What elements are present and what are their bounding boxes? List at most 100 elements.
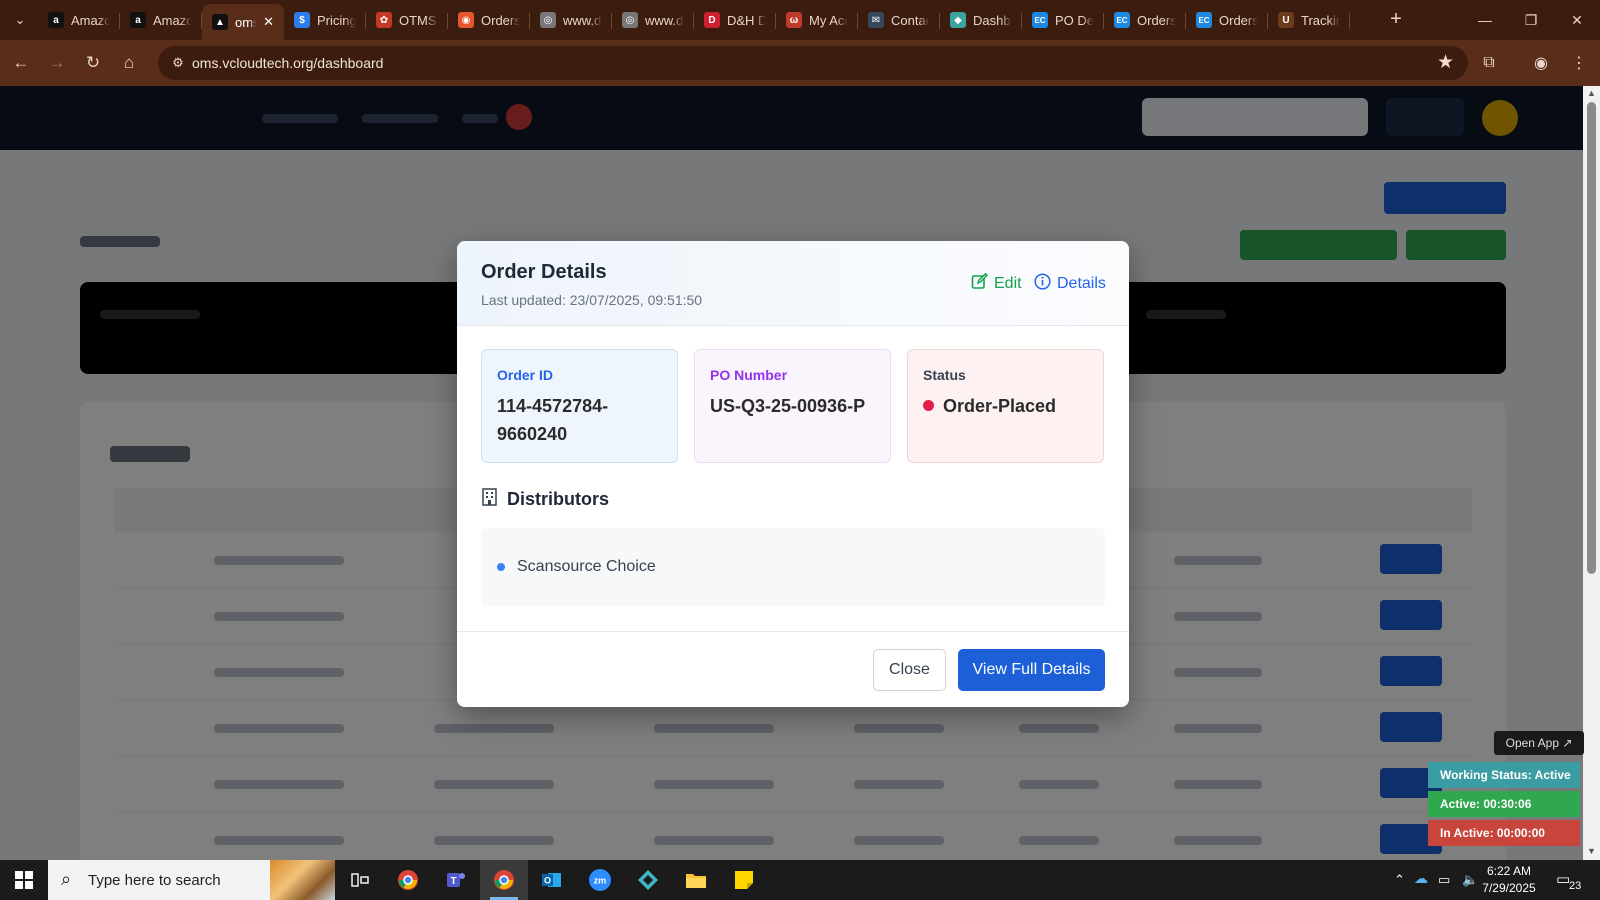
tab-title: Orders: [481, 12, 520, 28]
browser-tab[interactable]: ◉ Orders: [448, 4, 530, 36]
svg-text:T: T: [450, 876, 456, 887]
close-button[interactable]: Close: [873, 649, 946, 691]
taskbar-search[interactable]: ⌕ Type here to search: [48, 860, 335, 900]
page-scrollbar[interactable]: ▲ ▼: [1583, 86, 1600, 860]
dollar-icon: $: [294, 12, 310, 28]
browser-tab[interactable]: ✉ Contac: [858, 4, 940, 36]
bookmark-star-icon[interactable]: ★: [1437, 51, 1454, 74]
restore-icon[interactable]: ❐: [1508, 0, 1554, 40]
tab-title: Orders: [1219, 12, 1258, 28]
modal-title: Order Details: [481, 261, 607, 283]
browser-tab-strip: ⌄ aAmazonaAmazon▲oms✕$Pricing✿OTMS◉Order…: [0, 0, 1600, 40]
new-tab-icon[interactable]: +: [1384, 8, 1408, 32]
tab-title: www.d: [645, 12, 684, 28]
file-explorer-icon[interactable]: [672, 860, 720, 900]
browser-tab[interactable]: D D&H D: [694, 4, 776, 36]
zoom-icon[interactable]: zm: [576, 860, 624, 900]
modal-header: Order Details Last updated: 23/07/2025, …: [457, 241, 1129, 326]
tab-title: www.d: [563, 12, 602, 28]
task-view-icon[interactable]: [336, 860, 384, 900]
browser-tab[interactable]: EC Orders: [1186, 4, 1268, 36]
browser-toolbar: ← → ↻ ⌂ ⚙ oms.vcloudtech.org/dashboard ★…: [0, 40, 1600, 86]
amazon-icon: a: [130, 12, 146, 28]
details-label: Details: [1057, 275, 1106, 292]
taskbar-clock[interactable]: 6:22 AM 7/29/2025: [1474, 863, 1544, 897]
order-id-label: Order ID: [497, 367, 554, 383]
status-value: Order-Placed: [943, 396, 1057, 416]
distributors-list: Scansource Choice: [481, 528, 1105, 606]
dh-icon: D: [704, 12, 720, 28]
scroll-thumb[interactable]: [1587, 102, 1596, 574]
browser-tab[interactable]: ◎ www.d: [530, 4, 612, 36]
minimize-icon[interactable]: —: [1462, 0, 1508, 40]
tab-title: Trackin: [1301, 12, 1340, 28]
dashboard-icon: ◆: [950, 12, 966, 28]
last-updated-text: Last updated: 23/07/2025, 09:51:50: [481, 292, 703, 308]
working-status-badge: Working Status: Active: [1428, 762, 1580, 788]
browser-tab[interactable]: ω My Acc: [776, 4, 858, 36]
status-dot-icon: [923, 400, 934, 411]
profile-icon[interactable]: ◉: [1528, 50, 1554, 76]
details-button[interactable]: Details: [1034, 273, 1106, 295]
chrome-icon[interactable]: [384, 860, 432, 900]
browser-tab[interactable]: a Amazon: [38, 4, 120, 36]
clock-time: 6:22 AM: [1486, 864, 1532, 878]
scroll-up-icon[interactable]: ▲: [1585, 87, 1598, 100]
onedrive-icon[interactable]: ☁: [1414, 870, 1428, 887]
browser-menu-icon[interactable]: ⋮: [1566, 50, 1592, 76]
site-info-icon[interactable]: ⚙: [168, 53, 188, 73]
tray-overflow-icon[interactable]: ⌃: [1394, 872, 1405, 888]
kodi-icon[interactable]: [624, 860, 672, 900]
network-icon[interactable]: ▭: [1438, 872, 1450, 888]
otms-icon: ✿: [376, 12, 392, 28]
browser-tab[interactable]: a Amazon: [120, 4, 202, 36]
svg-text:O: O: [544, 876, 551, 886]
edit-button[interactable]: Edit: [971, 272, 1022, 295]
chrome-active-icon[interactable]: [480, 860, 528, 900]
tab-title: D&H D: [727, 12, 766, 28]
tab-title: Orders: [1137, 12, 1176, 28]
back-icon[interactable]: ←: [8, 50, 34, 76]
browser-tab[interactable]: $ Pricing: [284, 4, 366, 36]
view-full-details-button[interactable]: View Full Details: [958, 649, 1105, 691]
order-id-value: 114-4572784-9660240: [497, 396, 609, 444]
tab-title: PO Det: [1055, 12, 1094, 28]
notification-count: 23: [1569, 880, 1582, 892]
status-badge: Order-Placed: [923, 392, 1093, 420]
browser-tab[interactable]: U Trackin: [1268, 4, 1350, 36]
globe-icon: ◎: [540, 12, 556, 28]
po-number-label: PO Number: [710, 367, 788, 383]
scroll-down-icon[interactable]: ▼: [1585, 845, 1598, 858]
browser-tab[interactable]: ◎ www.d: [612, 4, 694, 36]
browser-tab[interactable]: ▲ oms ✕: [202, 4, 284, 40]
window-close-icon[interactable]: ✕: [1554, 0, 1600, 40]
address-bar[interactable]: ⚙ oms.vcloudtech.org/dashboard ★: [158, 46, 1468, 80]
teams-icon[interactable]: T: [432, 860, 480, 900]
browser-tab[interactable]: ✿ OTMS: [366, 4, 448, 36]
edit-icon: [971, 272, 989, 295]
extensions-icon[interactable]: ⧉: [1476, 50, 1502, 76]
tab-title: My Acc: [809, 12, 848, 28]
browser-tab[interactable]: EC Orders: [1104, 4, 1186, 36]
tab-close-icon[interactable]: ✕: [263, 14, 274, 30]
info-icon: [1034, 273, 1051, 295]
sticky-notes-icon[interactable]: [720, 860, 768, 900]
browser-tab[interactable]: ◆ Dashb: [940, 4, 1022, 36]
windows-start-icon[interactable]: [0, 860, 48, 900]
tab-title: Dashb: [973, 12, 1011, 28]
home-icon[interactable]: ⌂: [116, 50, 142, 76]
ec-icon: EC: [1032, 12, 1048, 28]
open-app-button[interactable]: Open App ↗: [1494, 731, 1584, 755]
building-icon: [481, 488, 498, 511]
outlook-icon[interactable]: O: [528, 860, 576, 900]
order-details-modal: Order Details Last updated: 23/07/2025, …: [457, 241, 1129, 707]
po-number-value: US-Q3-25-00936-P: [710, 396, 866, 416]
tab-search-icon[interactable]: ⌄: [8, 8, 32, 32]
browser-tab[interactable]: EC PO Det: [1022, 4, 1104, 36]
windows-taskbar: ⌕ Type here to search T O zm ⌃ ☁ ▭ 🔈 6:2…: [0, 860, 1600, 900]
active-timer: Active: 00:30:06: [1428, 791, 1580, 817]
reload-icon[interactable]: ↻: [80, 50, 106, 76]
forward-icon[interactable]: →: [44, 50, 70, 76]
svg-text:zm: zm: [594, 876, 607, 886]
url-text[interactable]: oms.vcloudtech.org/dashboard: [192, 55, 383, 71]
